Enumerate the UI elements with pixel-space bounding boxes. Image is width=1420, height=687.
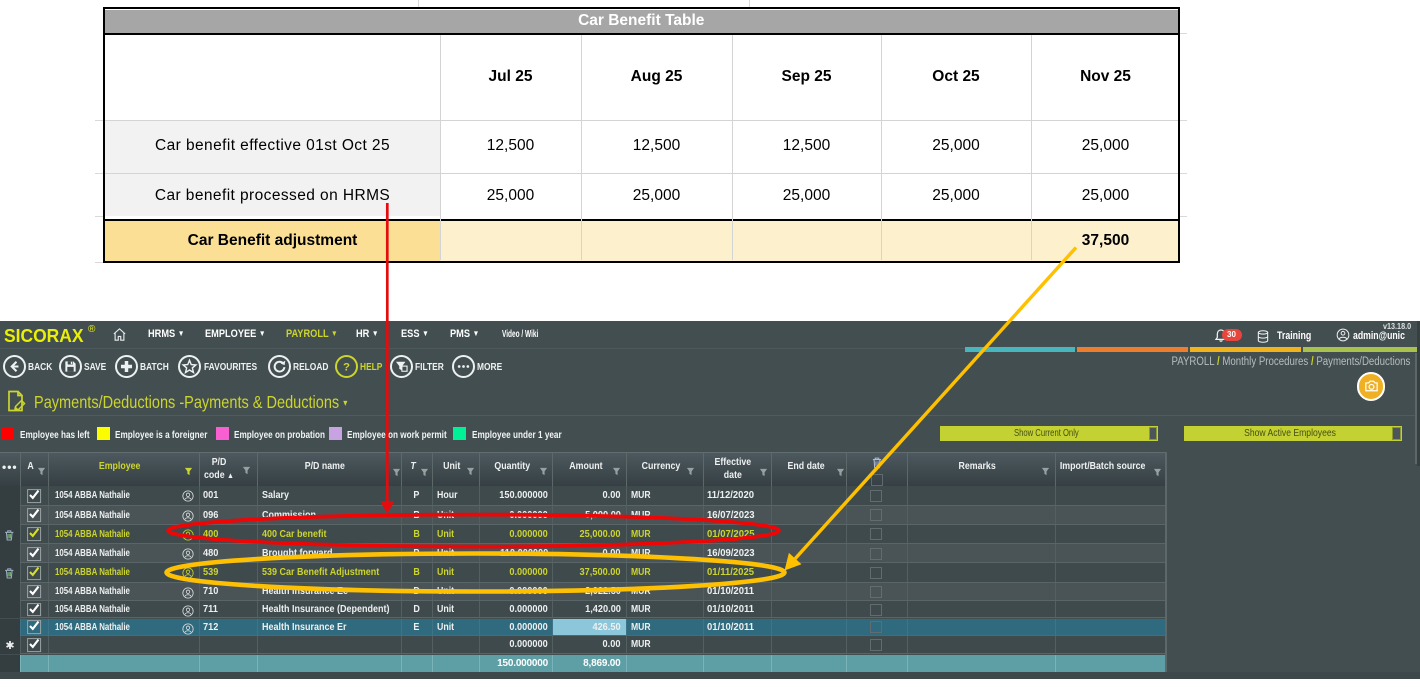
svg-text:?: ?	[342, 361, 349, 373]
